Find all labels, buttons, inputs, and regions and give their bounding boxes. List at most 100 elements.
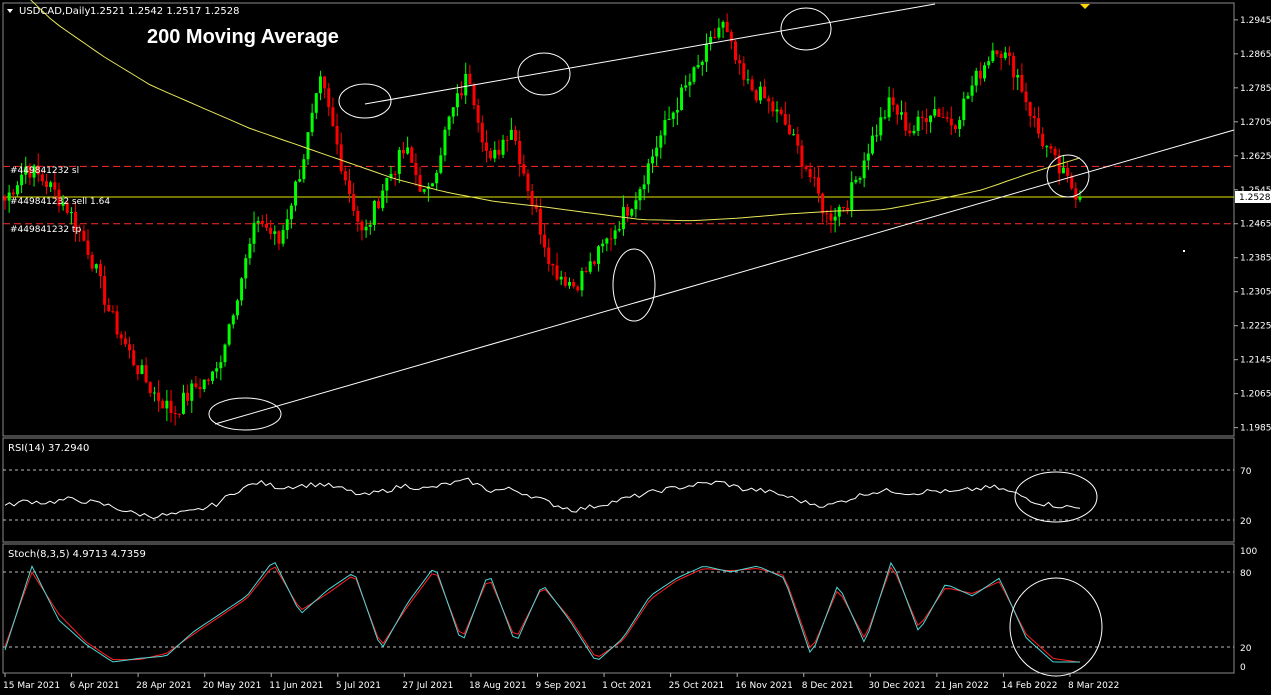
usdcad-daily-chart[interactable]: USDCAD,Daily 1.2521 1.2542 1.2517 1.2528…: [0, 0, 1271, 695]
candle-body: [235, 300, 239, 316]
time-tick-label: 21 Jan 2022: [935, 681, 989, 691]
candle-body: [476, 105, 480, 123]
time-tick-label: 11 Jun 2021: [269, 681, 323, 691]
candle-body: [895, 104, 899, 115]
price-tick-label: 1.2225: [1240, 322, 1271, 332]
candle-body: [742, 63, 746, 80]
candle-body: [331, 107, 335, 127]
candle-body: [970, 85, 974, 96]
time-tick-label: 14 Feb 2022: [1001, 681, 1057, 691]
candle-body: [684, 85, 688, 88]
candle-body: [924, 117, 928, 123]
candle-body: [580, 270, 584, 291]
candle-body: [833, 216, 837, 221]
candle-body: [215, 368, 219, 372]
candle-body: [609, 238, 613, 240]
candle-body: [289, 205, 293, 220]
candle-body: [53, 182, 57, 190]
time-tick-label: 1 Oct 2021: [602, 681, 652, 691]
candle-body: [161, 400, 165, 409]
candle-body: [505, 139, 509, 141]
time-tick-label: 28 Apr 2021: [136, 681, 192, 691]
stoch-signal-line: [4, 566, 1081, 663]
candle-body: [443, 129, 447, 156]
candle-body: [929, 115, 933, 123]
candle-body: [650, 156, 654, 164]
time-tick-label: 16 Nov 2021: [735, 681, 793, 691]
price-tick-label: 1.2065: [1240, 390, 1271, 400]
candle-body: [1036, 118, 1040, 134]
candle-body: [157, 392, 161, 401]
candle-body: [128, 344, 132, 351]
candle-body: [314, 93, 318, 113]
candle-body: [978, 70, 982, 79]
candle-body: [908, 130, 912, 134]
candle-body: [675, 109, 679, 113]
candles: [3, 13, 1082, 426]
candle-body: [1074, 188, 1078, 200]
rsi-tick-70: 70: [1240, 467, 1252, 477]
price-tick-label: 1.2945: [1240, 16, 1271, 26]
circle-stoch-mar: [1009, 577, 1103, 677]
candle-body: [410, 147, 414, 163]
candle-body: [198, 387, 202, 390]
candle-body: [186, 392, 190, 401]
candle-body: [717, 27, 721, 38]
candle-body: [655, 147, 659, 157]
candle-body: [945, 117, 949, 119]
candle-body: [140, 365, 144, 375]
circle-low-may: [208, 397, 282, 431]
candle-body: [211, 371, 215, 381]
candle-body: [115, 311, 119, 335]
candle-body: [393, 173, 397, 175]
candle-body: [165, 400, 169, 409]
candle-body: [451, 107, 455, 117]
shift-marker-icon[interactable]: [1080, 4, 1090, 9]
candle-body: [202, 379, 206, 390]
candle-body: [401, 150, 405, 154]
rsi-label: RSI(14) 37.2940: [8, 443, 89, 454]
stoch-tick-20: 20: [1240, 644, 1252, 654]
candle-body: [269, 227, 273, 234]
candle-body: [630, 209, 634, 216]
candle-body: [111, 311, 115, 313]
candle-body: [1078, 196, 1082, 200]
candle-body: [991, 50, 995, 62]
candle-body: [808, 169, 812, 178]
candle-body: [817, 177, 821, 194]
candle-body: [821, 193, 825, 214]
candle-body: [1049, 146, 1053, 149]
candle-body: [920, 116, 924, 118]
candle-body: [680, 87, 684, 110]
candle-body: [136, 365, 140, 375]
time-tick-label: 25 Oct 2021: [669, 681, 725, 691]
candle-body: [792, 134, 796, 136]
candle-body: [493, 149, 497, 159]
candle-body: [248, 243, 252, 259]
candle-body: [447, 116, 451, 130]
time-tick-label: 5 Jul 2021: [336, 681, 381, 691]
time-tick-label: 6 Apr 2021: [70, 681, 120, 691]
candle-body: [775, 109, 779, 112]
candle-body: [368, 224, 372, 227]
candle-body: [343, 171, 347, 181]
candle-body: [98, 264, 102, 277]
candle-body: [937, 109, 941, 117]
candle-body: [132, 350, 136, 366]
time-tick-label: 15 Mar 2021: [3, 681, 60, 691]
candle-body: [588, 261, 592, 272]
candle-body: [638, 189, 642, 201]
chart-menu-triangle-icon[interactable]: [7, 9, 13, 13]
candle-body: [256, 221, 260, 223]
candle-body: [455, 93, 459, 108]
candle-body: [995, 50, 999, 55]
candle-body: [3, 196, 7, 201]
candle-body: [941, 116, 945, 118]
candle-body: [94, 264, 98, 269]
candle-body: [551, 263, 555, 266]
price-tick-label: 1.2705: [1240, 118, 1271, 128]
main-panel-frame: [2, 2, 1235, 437]
candle-body: [538, 208, 542, 235]
candle-body: [177, 413, 181, 415]
candle-body: [227, 324, 231, 345]
